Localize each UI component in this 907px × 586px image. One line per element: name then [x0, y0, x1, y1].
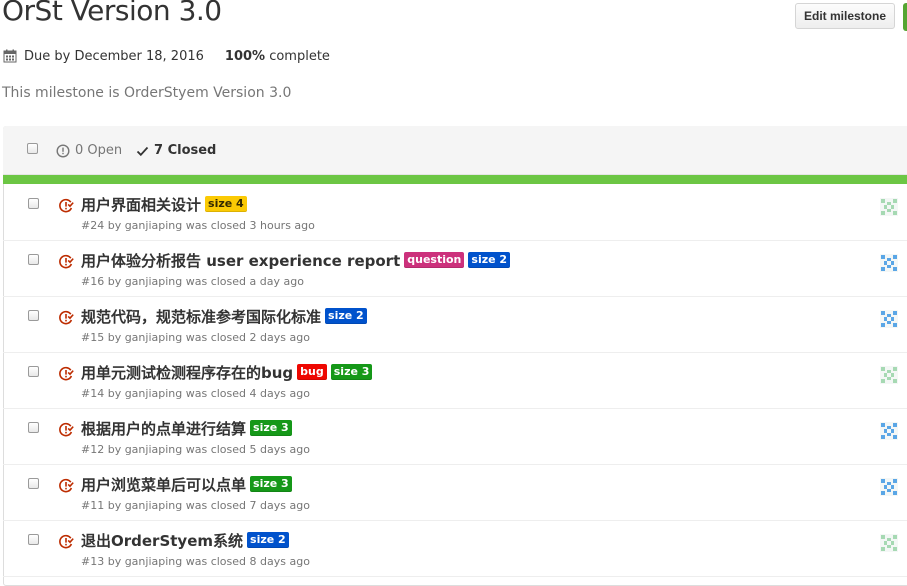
issue-checkbox[interactable] [28, 198, 39, 209]
issue-row[interactable]: 规范代码，规范标准参考国际化标准 size 2 #15 by ganjiaping … [3, 297, 907, 353]
issue-meta: #12 by ganjiaping was closed 5 days ago [81, 443, 310, 456]
issue-title-line: 用单元测试检测程序存在的bug bug size 3 [81, 360, 376, 384]
new-issue-button-edge[interactable] [903, 3, 907, 31]
issue-closed-icon [58, 478, 74, 494]
issue-closed-icon [58, 310, 74, 326]
issue-label[interactable]: question [404, 252, 465, 268]
issue-label[interactable]: bug [297, 364, 327, 380]
issue-checkbox[interactable] [28, 422, 39, 433]
assignee-avatar-icon[interactable] [880, 366, 898, 384]
issue-label[interactable]: size 3 [250, 420, 292, 436]
due-date: Due by December 18, 2016 [24, 48, 204, 64]
issue-label[interactable]: size 3 [250, 476, 292, 492]
tab-closed[interactable]: 7 Closed [136, 143, 216, 158]
check-icon [136, 146, 149, 156]
issue-label[interactable]: size 2 [468, 252, 511, 268]
issue-label[interactable]: size 3 [330, 364, 373, 380]
assignee-avatar-icon[interactable] [880, 310, 898, 328]
completion: 100% complete [225, 49, 330, 64]
progress-bar [3, 175, 907, 184]
issue-row[interactable]: 用户界面相关设计 size 4 #24 by ganjiaping was clos… [3, 185, 907, 241]
issue-closed-icon [58, 254, 74, 270]
issue-closed-icon [58, 366, 74, 382]
milestone-title: OrSt Version 3.0 [2, 0, 222, 27]
issue-row[interactable]: 用户体验分析报告 user experience report question s… [3, 241, 907, 297]
issue-meta: #16 by ganjiaping was closed a day ago [81, 275, 304, 288]
issue-checkbox[interactable] [28, 254, 39, 265]
assignee-avatar-icon[interactable] [880, 254, 898, 272]
issue-checkbox[interactable] [28, 478, 39, 489]
issue-title-line: 规范代码，规范标准参考国际化标准 size 2 [81, 304, 371, 328]
issue-title-link[interactable]: 用户浏览菜单后可以点单 [81, 474, 246, 495]
issue-title-link[interactable]: 规范代码，规范标准参考国际化标准 [81, 306, 321, 327]
issue-title-link[interactable]: 用单元测试检测程序存在的bug [81, 362, 293, 383]
calendar-icon [3, 49, 17, 63]
completion-suffix: complete [265, 48, 330, 64]
assignee-avatar-icon[interactable] [880, 534, 898, 552]
edit-milestone-button[interactable]: Edit milestone [795, 3, 895, 29]
issue-label[interactable]: size 2 [247, 532, 289, 548]
issue-meta: #24 by ganjiaping was closed 3 hours ago [81, 219, 315, 232]
issue-title-line: 用户体验分析报告 user experience report question s… [81, 248, 514, 272]
issue-title-link[interactable]: 用户体验分析报告 user experience report [81, 250, 400, 271]
milestone-description: This milestone is OrderStyem Version 3.0 [2, 85, 292, 101]
issue-title-link[interactable]: 用户界面相关设计 [81, 194, 201, 215]
tab-open-label: 0 Open [75, 143, 123, 158]
issue-row[interactable]: 退出OrderStyem系统 size 2 #13 by ganjiaping wa… [3, 521, 907, 577]
issue-closed-icon [58, 422, 74, 438]
assignee-avatar-icon[interactable] [880, 422, 898, 440]
tab-open[interactable]: 0 Open [56, 143, 122, 158]
milestone-meta: Due by December 18, 2016 100% complete [3, 47, 330, 65]
issue-meta: #14 by ganjiaping was closed 4 days ago [81, 387, 310, 400]
issue-meta: #13 by ganjiaping was closed 8 days ago [81, 555, 310, 568]
issue-label[interactable]: size 2 [325, 308, 367, 324]
issue-meta: #15 by ganjiaping was closed 2 days ago [81, 331, 310, 344]
issue-closed-icon [58, 198, 74, 214]
issue-checkbox[interactable] [28, 310, 39, 321]
assignee-avatar-icon[interactable] [880, 478, 898, 496]
issue-label[interactable]: size 4 [205, 196, 247, 212]
issue-row[interactable]: 用单元测试检测程序存在的bug bug size 3 #14 by ganjiapin… [3, 353, 907, 409]
issue-title-line: 根据用户的点单进行结算 size 3 [81, 416, 296, 440]
select-all-checkbox[interactable] [27, 143, 38, 154]
issue-opened-icon [56, 143, 70, 158]
issue-meta: #11 by ganjiaping was closed 7 days ago [81, 499, 310, 512]
issue-row[interactable]: 用户浏览菜单后可以点单 size 3 #11 by ganjiaping was c… [3, 465, 907, 521]
issue-title-line: 用户界面相关设计 size 4 [81, 192, 251, 216]
issue-title-line: 用户浏览菜单后可以点单 size 3 [81, 472, 296, 496]
tab-closed-label: 7 Closed [154, 143, 217, 158]
completion-percent: 100% [224, 48, 266, 64]
issue-checkbox[interactable] [28, 366, 39, 377]
issue-title-link[interactable]: 根据用户的点单进行结算 [81, 418, 246, 439]
issue-checkbox[interactable] [28, 534, 39, 545]
issue-title-line: 退出OrderStyem系统 size 2 [81, 528, 293, 552]
issue-closed-icon [58, 534, 74, 550]
issue-title-link[interactable]: 退出OrderStyem系统 [81, 530, 243, 551]
assignee-avatar-icon[interactable] [880, 198, 898, 216]
issue-row[interactable]: 根据用户的点单进行结算 size 3 #12 by ganjiaping was c… [3, 409, 907, 465]
